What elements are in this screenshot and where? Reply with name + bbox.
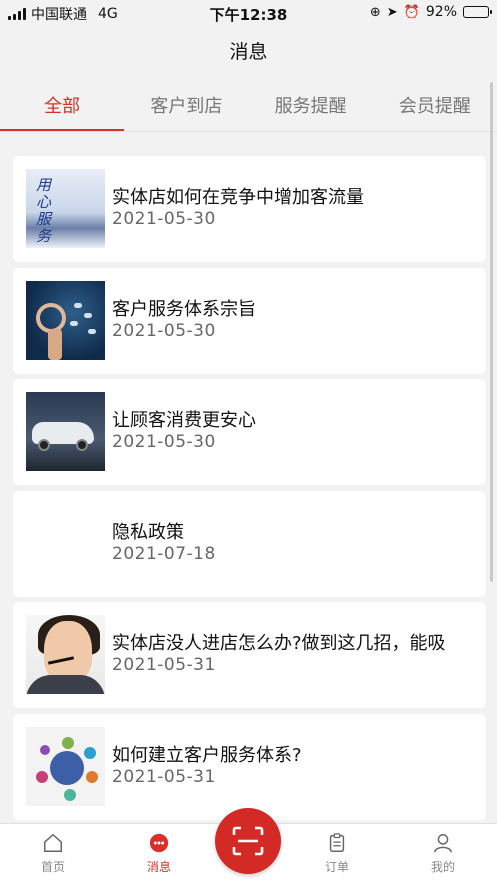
message-date: 2021-05-31 — [112, 655, 216, 675]
message-title: 隐私政策 — [112, 521, 184, 543]
tabbar-orders[interactable]: 订单 — [307, 832, 367, 875]
tab-customer-visit[interactable]: 客户到店 — [124, 78, 248, 132]
message-card[interactable]: 隐私政策 2021-07-18 — [13, 490, 486, 597]
orientation-lock-icon: ⊕ — [369, 4, 381, 20]
scrollbar[interactable] — [490, 82, 493, 582]
bubble-diagram-image — [26, 726, 105, 806]
message-title: 客户服务体系宗旨 — [112, 298, 256, 320]
message-date: 2021-05-31 — [112, 766, 216, 787]
tab-divider — [0, 131, 497, 132]
tab-service-reminder[interactable]: 服务提醒 — [249, 78, 373, 132]
message-card[interactable]: 客户服务体系宗旨 2021-05-30 — [13, 267, 486, 374]
tabbar-mine[interactable]: 我的 — [413, 832, 473, 875]
tabbar-home-label: 首页 — [40, 860, 65, 874]
message-list: 用心服务 实体店如何在竞争中增加客流量 2021-05-30 客户服务体系宗旨 … — [13, 156, 486, 825]
message-title: 实体店没人进店怎么办?做到这几招，能吸 — [112, 633, 446, 654]
message-card[interactable]: 如何建立客户服务体系? 2021-05-31 — [13, 713, 486, 820]
page-title: 消息 — [229, 41, 268, 63]
message-date: 2021-05-30 — [112, 432, 216, 452]
message-date: 2021-05-30 — [112, 320, 216, 341]
message-card[interactable]: 让顾客消费更安心 2021-05-30 — [13, 379, 486, 485]
white-car-image — [26, 392, 105, 471]
scan-button[interactable] — [215, 808, 281, 874]
tabbar-messages[interactable]: 消息 — [129, 832, 189, 875]
message-date: 2021-07-18 — [112, 543, 216, 564]
message-card[interactable]: 实体店没人进店怎么办?做到这几招，能吸 2021-05-31 — [13, 602, 486, 708]
message-date: 2021-05-30 — [112, 209, 216, 229]
status-bar: 中国联通 4G 下午12:38 ⊕ ➤ ⏰ 92% — [0, 0, 497, 26]
scan-icon — [232, 826, 264, 856]
customer-service-agent-image — [26, 615, 105, 694]
battery-icon — [463, 6, 492, 18]
tab-member-reminder[interactable]: 会员提醒 — [373, 78, 497, 132]
battery-percent: 92% — [425, 4, 457, 20]
location-icon: ➤ — [386, 4, 398, 20]
message-title: 如何建立客户服务体系? — [112, 744, 302, 766]
alarm-icon: ⏰ — [403, 4, 420, 20]
tabbar-home[interactable]: 首页 — [23, 832, 83, 875]
message-title: 让顾客消费更安心 — [112, 410, 256, 431]
message-title: 实体店如何在竞争中增加客流量 — [112, 187, 364, 208]
tabbar-mine-label: 我的 — [430, 860, 455, 874]
user-icon — [434, 834, 452, 853]
tabbar-orders-label: 订单 — [324, 860, 349, 874]
tab-bar: 全部 客户到店 服务提醒 会员提醒 — [0, 78, 497, 132]
tab-all[interactable]: 全部 — [0, 78, 125, 132]
message-icon — [149, 833, 169, 853]
clipboard-icon — [329, 833, 345, 852]
service-calligraphy-image: 用心服务 — [26, 169, 105, 248]
tabbar-messages-label: 消息 — [146, 860, 171, 874]
thumb-calligraphy-text: 用心服务 — [36, 176, 52, 245]
home-icon — [44, 833, 62, 852]
message-card[interactable]: 用心服务 实体店如何在竞争中增加客流量 2021-05-30 — [13, 156, 486, 262]
ok-hand-image — [26, 280, 105, 360]
